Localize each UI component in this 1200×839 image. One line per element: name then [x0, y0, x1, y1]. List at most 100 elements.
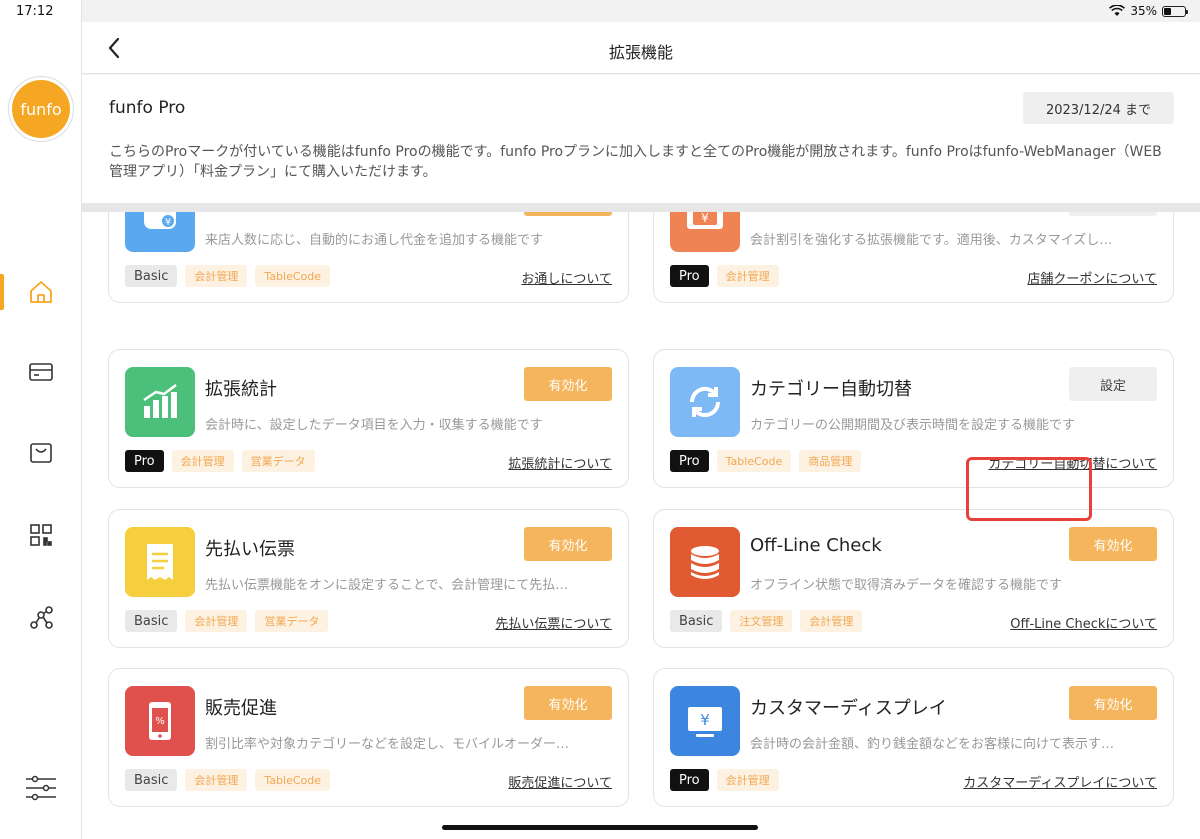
- feature-description: 割引比率や対象カテゴリーなどを設定し、モバイルオーダー…: [205, 737, 570, 752]
- svg-text:¥: ¥: [701, 212, 709, 225]
- feature-card-database: Off-Line Check 有効化 オフライン状態で取得済みデータを確認する機…: [653, 509, 1174, 648]
- feature-detail-link[interactable]: 先払い伝票について: [495, 613, 612, 632]
- enable-button[interactable]: 有効化: [1069, 527, 1157, 561]
- header: 拡張機能: [82, 22, 1200, 74]
- feature-card-coupon: ¥ 店舗クーポン 設定 会計割引を強化する拡張機能です。適用後、カスタマイズし……: [653, 212, 1174, 303]
- sliders-icon: [26, 775, 56, 801]
- feature-detail-link[interactable]: Off-Line Checkについて: [1010, 613, 1157, 632]
- sidebar-item-box[interactable]: [0, 431, 82, 475]
- register-icon: [29, 363, 53, 381]
- basic-badge: Basic: [125, 610, 178, 632]
- settings-button[interactable]: 設定: [1069, 367, 1157, 401]
- feature-title: 店舗クーポン: [750, 212, 858, 216]
- feature-title: 先払い伝票: [205, 539, 295, 560]
- sidebar-item-settings[interactable]: [0, 766, 82, 810]
- feature-detail-link[interactable]: 販売促進について: [508, 772, 612, 791]
- feature-title: カスタマーディスプレイ: [750, 698, 947, 719]
- page-title: 拡張機能: [608, 43, 673, 62]
- pro-description: こちらのProマークが付いている機能はfunfo Proの機能です。funfo …: [109, 144, 1162, 180]
- svg-text:¥: ¥: [700, 711, 710, 729]
- tag-list: Pro TableCode 商品管理: [670, 450, 862, 472]
- feature-detail-link[interactable]: お通しについて: [521, 268, 612, 287]
- box-icon: [30, 443, 52, 463]
- database-icon: [670, 527, 740, 597]
- statistics-icon: [125, 367, 195, 437]
- app-root: funfo 17:12 35% 拡張機能 funfo Pro 2023/12/2…: [0, 0, 1200, 839]
- status-indicators: 35%: [1109, 4, 1188, 18]
- home-icon: [30, 281, 52, 303]
- basic-badge: Basic: [670, 610, 723, 632]
- settings-button[interactable]: 設定: [1069, 212, 1157, 216]
- svg-text:¥: ¥: [165, 217, 171, 228]
- promotion-icon: %: [125, 686, 195, 756]
- tag-list: Basic 会計管理 TableCode: [125, 265, 331, 287]
- qr-code-icon: [30, 524, 52, 546]
- tag-sales-data: 営業データ: [255, 610, 329, 632]
- sidebar-item-register[interactable]: [0, 350, 82, 394]
- pro-section: funfo Pro 2023/12/24 まで こちらのProマークが付いている…: [82, 75, 1200, 203]
- customer-display-icon: ¥: [670, 686, 740, 756]
- logo-text: funfo: [12, 80, 70, 138]
- feature-title: 販売促進: [205, 698, 277, 719]
- sidebar: funfo: [0, 0, 82, 839]
- feature-description: カテゴリーの公開期間及び表示時間を設定する機能です: [750, 418, 1076, 433]
- feature-detail-link[interactable]: 店舗クーポンについて: [1027, 268, 1157, 287]
- tag-accounting: 会計管理: [185, 769, 248, 791]
- feature-title: 拡張統計: [205, 379, 277, 400]
- auto-switch-icon: [670, 367, 740, 437]
- tag-accounting: 会計管理: [716, 265, 779, 287]
- feature-card-statistics: 拡張統計 有効化 会計時に、設定したデータ項目を入力・収集する機能です Pro 会…: [108, 349, 629, 488]
- enable-button[interactable]: 有効化: [1069, 686, 1157, 720]
- funfo-logo: funfo: [8, 76, 74, 142]
- feature-description: 会計割引を強化する拡張機能です。適用後、カスタマイズし…: [750, 233, 1113, 248]
- feature-card-promotion: % 販売促進 有効化 割引比率や対象カテゴリーなどを設定し、モバイルオーダー… …: [108, 668, 629, 807]
- tag-list: Basic 会計管理 営業データ: [125, 610, 329, 632]
- sidebar-item-home[interactable]: [0, 270, 82, 314]
- feature-detail-link[interactable]: カテゴリー自動切替について: [988, 453, 1157, 472]
- tag-accounting: 会計管理: [171, 450, 234, 472]
- feature-description: 会計時の会計金額、釣り銭金額などをお客様に向けて表示す…: [750, 737, 1115, 752]
- tag-accounting: 会計管理: [185, 265, 248, 287]
- basic-badge: Basic: [125, 769, 178, 791]
- section-divider: [82, 203, 1200, 212]
- wifi-icon: [1109, 5, 1126, 16]
- basic-badge: Basic: [125, 265, 178, 287]
- enable-button[interactable]: 有効化: [524, 527, 612, 561]
- tag-list: Pro 会計管理 営業データ: [125, 450, 315, 472]
- tag-list: Basic 注文管理 会計管理: [670, 610, 863, 632]
- pro-expiry-badge: 2023/12/24 まで: [1023, 92, 1174, 124]
- pro-badge: Pro: [670, 450, 709, 472]
- tag-accounting: 会計管理: [716, 769, 779, 791]
- feature-description: 先払い伝票機能をオンに設定することで、会計管理にて先払…: [205, 578, 569, 593]
- feature-detail-link[interactable]: カスタマーディスプレイについて: [963, 772, 1157, 791]
- battery-icon: [1162, 5, 1188, 17]
- feature-title: お通し: [205, 212, 259, 216]
- feature-description: 来店人数に応じ、自動的にお通し代金を追加する機能です: [205, 233, 544, 248]
- feature-title: Off-Line Check: [750, 535, 882, 556]
- feature-card-auto-switch: カテゴリー自動切替 設定 カテゴリーの公開期間及び表示時間を設定する機能です P…: [653, 349, 1174, 488]
- home-indicator[interactable]: [442, 825, 758, 830]
- feature-card-customer-display: ¥ カスタマーディスプレイ 有効化 会計時の会計金額、釣り銭金額などをお客様に向…: [653, 668, 1174, 807]
- tag-list: Basic 会計管理 TableCode: [125, 769, 331, 791]
- pro-title: funfo Pro: [109, 98, 186, 118]
- tag-sales-data: 営業データ: [241, 450, 315, 472]
- pro-badge: Pro: [125, 450, 164, 472]
- feature-list[interactable]: ¥ お通し 有効化 来店人数に応じ、自動的にお通し代金を追加する機能です Bas…: [82, 212, 1200, 839]
- enable-button[interactable]: 有効化: [524, 212, 612, 216]
- feature-title: カテゴリー自動切替: [750, 379, 912, 400]
- sidebar-item-network[interactable]: [0, 596, 82, 640]
- network-icon: [30, 606, 53, 629]
- receipt-icon: [125, 527, 195, 597]
- tag-tablecode: TableCode: [255, 265, 331, 287]
- tag-accounting: 会計管理: [185, 610, 248, 632]
- sidebar-item-qr-code[interactable]: [0, 513, 82, 557]
- coupon-icon: ¥: [670, 212, 740, 252]
- feature-detail-link[interactable]: 拡張統計について: [508, 453, 612, 472]
- tag-accounting: 会計管理: [800, 610, 863, 632]
- enable-button[interactable]: 有効化: [524, 686, 612, 720]
- tag-list: Pro 会計管理: [670, 769, 779, 791]
- pro-badge: Pro: [670, 769, 709, 791]
- pro-badge: Pro: [670, 265, 709, 287]
- enable-button[interactable]: 有効化: [524, 367, 612, 401]
- feature-description: 会計時に、設定したデータ項目を入力・収集する機能です: [205, 418, 543, 433]
